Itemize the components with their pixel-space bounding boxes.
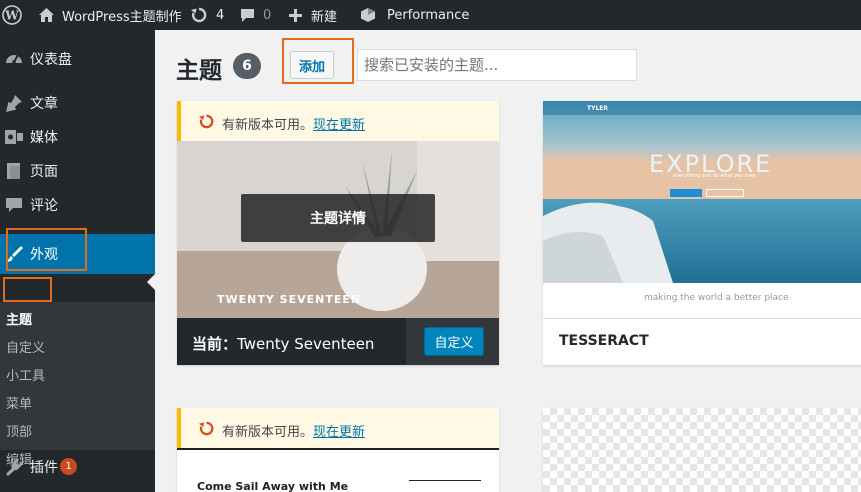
current-menu-pointer: [147, 274, 155, 290]
submenu-item-header[interactable]: 顶部: [6, 421, 32, 440]
theme-tagline-strip: making the world a better place: [543, 283, 861, 318]
updates-icon: [191, 7, 207, 23]
hero-secondary-button: [706, 189, 744, 197]
theme-screenshot[interactable]: TYLER EXPLORE everything and do what you…: [543, 101, 861, 283]
submenu-item-menus[interactable]: 菜单: [6, 393, 32, 412]
plugins-update-badge: 1: [60, 458, 77, 475]
site-name-link[interactable]: WordPress主题制作: [38, 0, 182, 30]
paintbrush-icon: [6, 246, 23, 262]
sidebar-item-label: 文章: [30, 96, 58, 112]
update-icon: [198, 421, 214, 436]
comments-link[interactable]: 0: [240, 0, 271, 30]
themes-count-badge: 6: [233, 53, 261, 79]
theme-name: Twenty Seventeen: [237, 335, 375, 353]
theme-name: TESSERACT: [559, 333, 649, 349]
comment-icon: [241, 8, 254, 22]
sidebar-item-label: 媒体: [30, 130, 58, 146]
update-notice-text: 有新版本可用。: [222, 425, 314, 440]
submenu-item-themes[interactable]: 主题: [6, 309, 32, 328]
comments-count: 0: [263, 7, 272, 23]
sidebar-item-media[interactable]: 媒体: [0, 120, 155, 154]
sea-image: [543, 101, 861, 283]
add-theme-button[interactable]: 添加: [290, 51, 334, 79]
plus-icon: [289, 8, 302, 22]
performance-label: Performance: [387, 7, 470, 23]
theme-screenshot[interactable]: Come Sail Away with Me: [177, 448, 499, 492]
submenu-item-widgets[interactable]: 小工具: [6, 365, 45, 384]
sidebar-item-comments[interactable]: 评论: [0, 188, 155, 222]
sidebar-item-label: 插件: [30, 460, 58, 476]
preview-divider: [409, 480, 481, 481]
sidebar-item-label: 仪表盘: [30, 52, 72, 68]
appearance-submenu: 主题 自定义 小工具 菜单 顶部 编辑: [0, 302, 155, 468]
performance-link[interactable]: Performance: [360, 0, 469, 30]
sidebar-item-appearance[interactable]: 外观: [0, 234, 155, 274]
sidebar-item-dashboard[interactable]: 仪表盘: [0, 42, 155, 76]
sidebar-item-label: 评论: [30, 198, 58, 214]
pushpin-icon: [6, 95, 22, 112]
theme-nav-brand: TYLER: [587, 105, 608, 112]
update-icon: [198, 114, 214, 129]
sidebar-item-label: 页面: [30, 164, 58, 180]
updates-link[interactable]: 4: [190, 0, 224, 30]
sidebar-item-pages[interactable]: 页面: [0, 154, 155, 188]
page-icon: [7, 163, 20, 179]
customize-button[interactable]: 自定义: [424, 327, 484, 356]
update-notice: 有新版本可用。现在更新: [177, 101, 499, 141]
new-label: 新建: [311, 9, 338, 25]
theme-footer: TESSERACT: [543, 318, 861, 365]
dashboard-icon: [6, 54, 22, 64]
search-themes-input[interactable]: [357, 49, 637, 81]
theme-card-twenty-seventeen[interactable]: 有新版本可用。现在更新 TWENTY SEVENTEEN 主题详情 当前：Twe…: [177, 101, 499, 365]
plugin-icon: [6, 458, 23, 476]
hero-subtitle: everything and do what you love: [673, 173, 756, 179]
submenu-item-customize[interactable]: 自定义: [6, 337, 45, 356]
admin-sidebar: 仪表盘 文章 媒体 页面 评论 外观 主题 自定义 小工具 菜单 顶部 编辑 插…: [0, 30, 155, 492]
theme-card-3[interactable]: 有新版本可用。现在更新 Come Sail Away with Me: [177, 408, 499, 492]
wordpress-logo-icon[interactable]: W: [2, 0, 22, 30]
update-notice: 有新版本可用。现在更新: [177, 408, 499, 448]
comment-icon: [6, 198, 22, 212]
admin-bar: W WordPress主题制作 4 0 新建 Performance: [0, 0, 861, 30]
svg-text:W: W: [4, 9, 19, 23]
update-notice-text: 有新版本可用。: [222, 118, 314, 133]
updates-count: 4: [216, 7, 225, 23]
theme-footer: 当前：Twenty Seventeen 自定义: [177, 318, 499, 365]
sidebar-item-label: 外观: [30, 247, 58, 263]
sidebar-item-posts[interactable]: 文章: [0, 86, 155, 120]
sidebar-item-plugins[interactable]: 插件 1: [0, 450, 155, 484]
home-icon: [39, 8, 54, 22]
performance-icon: [361, 8, 375, 22]
theme-details-button[interactable]: 主题详情: [241, 194, 435, 242]
preview-title: Come Sail Away with Me: [197, 480, 349, 492]
hero-primary-button: [670, 189, 702, 197]
theme-tagline: making the world a better place: [644, 293, 789, 303]
media-icon: [5, 130, 23, 144]
theme-card-4[interactable]: [543, 408, 861, 492]
current-prefix: 当前：: [192, 335, 238, 353]
update-now-link[interactable]: 现在更新: [313, 118, 365, 133]
theme-screenshot-title: TWENTY SEVENTEEN: [217, 293, 362, 306]
new-content-link[interactable]: 新建: [289, 0, 337, 30]
theme-card-tesseract[interactable]: TYLER EXPLORE everything and do what you…: [543, 101, 861, 365]
active-theme-label: 当前：Twenty Seventeen: [192, 333, 374, 354]
page-title: 主题: [176, 58, 222, 84]
site-name: WordPress主题制作: [62, 9, 182, 25]
update-now-link[interactable]: 现在更新: [313, 425, 365, 440]
